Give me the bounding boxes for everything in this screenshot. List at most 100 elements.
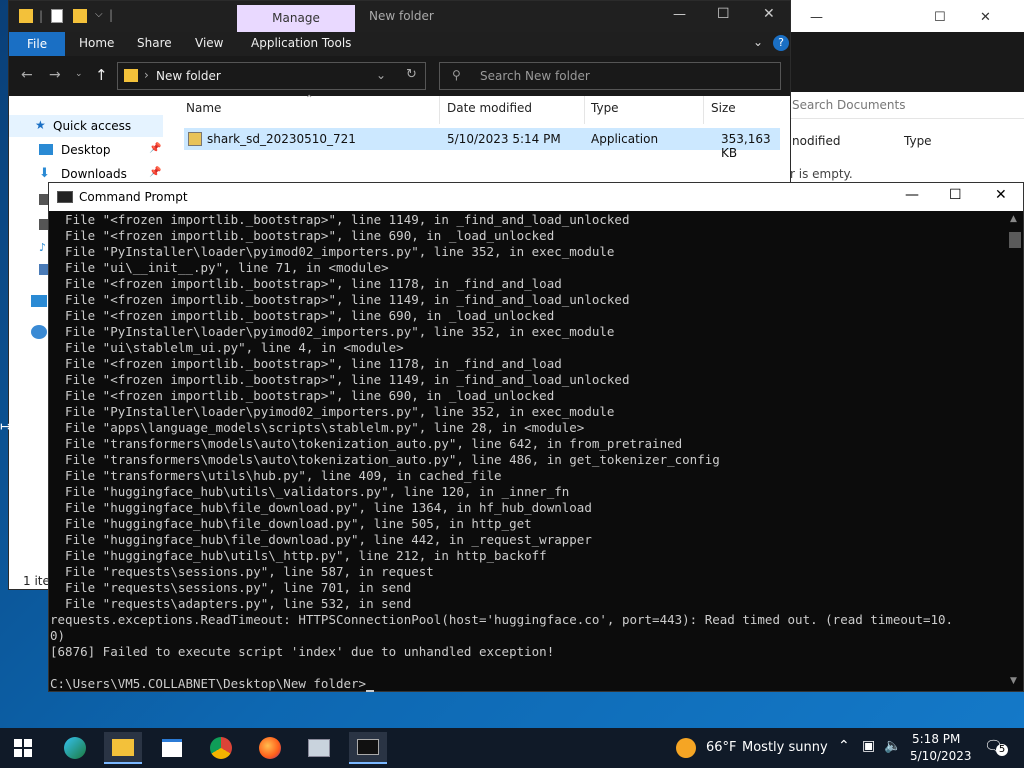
sidebar-item-quick-access[interactable]: ★ Quick access (9, 115, 163, 137)
address-bar[interactable]: › New folder ⌄ ↻ (117, 62, 426, 90)
terminal-prompt[interactable]: C:\Users\VM5.COLLABNET\Desktop\New folde… (50, 676, 1007, 692)
terminal-line: File "transformers\utils\hub.py", line 4… (50, 468, 502, 483)
background-search-box[interactable]: Search Documents (790, 92, 1024, 119)
search-input[interactable]: ⚲ Search New folder (439, 62, 781, 90)
volume-icon[interactable]: 🔈 (884, 738, 901, 754)
weather-desc[interactable]: Mostly sunny (742, 740, 828, 755)
background-column-date[interactable]: nodified (792, 134, 840, 148)
column-divider[interactable] (703, 96, 704, 124)
address-text: New folder (156, 69, 221, 83)
recent-locations-icon[interactable]: ⌄ (75, 69, 83, 79)
minimize-icon[interactable]: — (905, 187, 919, 203)
sidebar-item-icon[interactable] (39, 194, 48, 205)
show-hidden-icons-icon[interactable]: ⌃ (838, 738, 850, 754)
edge-button[interactable] (56, 732, 94, 764)
minimize-icon[interactable]: — (673, 7, 686, 22)
scroll-up-icon[interactable]: ▲ (1010, 214, 1017, 224)
close-icon[interactable]: ✕ (763, 6, 775, 22)
weather-icon[interactable] (676, 738, 696, 758)
app-button[interactable] (300, 732, 338, 764)
file-date: 5/10/2023 5:14 PM (447, 132, 561, 146)
sidebar-item-icon[interactable] (39, 219, 48, 230)
chrome-button[interactable] (202, 732, 240, 764)
weather-temp[interactable]: 66°F (706, 740, 737, 755)
properties-icon[interactable] (51, 9, 63, 23)
close-icon[interactable]: ✕ (995, 187, 1007, 203)
tab-view[interactable]: View (195, 36, 223, 50)
scroll-thumb[interactable] (1009, 232, 1021, 248)
sidebar-item-label: Quick access (53, 119, 132, 133)
terminal-output[interactable]: File "<frozen importlib._bootstrap>", li… (49, 212, 1007, 692)
terminal-line: requests.exceptions.ReadTimeout: HTTPSCo… (50, 612, 954, 627)
terminal-line: File "<frozen importlib._bootstrap>", li… (50, 372, 630, 387)
maximize-icon[interactable]: ☐ (949, 187, 962, 203)
terminal-line: File "ui\__init__.py", line 71, in <modu… (50, 260, 389, 275)
expand-ribbon-icon[interactable]: ⌄ (753, 35, 763, 49)
resize-cursor-icon: ↦ (0, 419, 12, 435)
background-column-type[interactable]: Type (904, 134, 932, 148)
separator-icon: | (109, 8, 114, 22)
window-title: New folder (369, 9, 434, 23)
cmd-title-bar: Command Prompt — ☐ ✕ (49, 183, 1023, 211)
application-icon (188, 132, 202, 146)
terminal-line: File "PyInstaller\loader\pyimod02_import… (50, 404, 615, 419)
background-explorer-window[interactable]: — ☐ ✕ Search Documents nodified Type r i… (790, 0, 1024, 188)
this-pc-icon[interactable] (31, 295, 47, 307)
column-size[interactable]: Size (711, 101, 736, 115)
terminal-line: File "<frozen importlib._bootstrap>", li… (50, 276, 562, 291)
network-icon[interactable] (31, 325, 47, 339)
sidebar-item-desktop[interactable]: Desktop 📌 (9, 139, 163, 161)
pin-icon[interactable]: 📌 (149, 143, 161, 154)
column-divider[interactable] (584, 96, 585, 124)
forward-icon[interactable]: → (49, 67, 61, 83)
clock-date[interactable]: 5/10/2023 (910, 749, 972, 763)
scroll-down-icon[interactable]: ▼ (1010, 676, 1017, 686)
chevron-down-icon[interactable]: ⌄ (376, 68, 386, 82)
terminal-line: File "<frozen importlib._bootstrap>", li… (50, 388, 555, 403)
new-folder-icon[interactable] (73, 9, 87, 23)
tab-application-tools[interactable]: Application Tools (251, 36, 351, 50)
background-column-headers: nodified Type (790, 126, 1024, 154)
back-icon[interactable]: ← (21, 67, 33, 83)
column-date-modified[interactable]: Date modified (447, 101, 532, 115)
minimize-icon[interactable]: — (810, 10, 823, 25)
terminal-line: 0) (50, 628, 66, 643)
customize-toolbar-icon[interactable]: ⌵ (95, 9, 103, 20)
store-icon (162, 739, 182, 757)
up-icon[interactable]: ↑ (95, 66, 108, 84)
column-divider[interactable] (439, 96, 440, 124)
file-size: 353,163 KB (721, 132, 771, 160)
maximize-icon[interactable]: ☐ (934, 10, 946, 25)
tab-share[interactable]: Share (137, 36, 172, 50)
store-button[interactable] (153, 732, 191, 764)
file-explorer-button[interactable] (104, 732, 142, 764)
music-icon[interactable]: ♪ (39, 241, 46, 254)
help-icon[interactable]: ? (773, 35, 789, 51)
refresh-icon[interactable]: ↻ (406, 67, 417, 82)
background-search-placeholder: Search Documents (792, 98, 906, 112)
pin-icon[interactable]: 📌 (149, 167, 161, 178)
tab-file[interactable]: File (9, 32, 65, 56)
vertical-scrollbar[interactable]: ▲ ▼ (1007, 212, 1023, 690)
tab-home[interactable]: Home (79, 36, 114, 50)
firefox-button[interactable] (251, 732, 289, 764)
close-icon[interactable]: ✕ (980, 10, 991, 25)
separator-icon: | (39, 9, 44, 23)
terminal-line: File "<frozen importlib._bootstrap>", li… (50, 228, 555, 243)
file-row[interactable]: shark_sd_20230510_721 5/10/2023 5:14 PM … (184, 128, 780, 160)
star-icon: ★ (35, 118, 46, 132)
tab-file-label: File (27, 37, 48, 51)
column-type[interactable]: Type (591, 101, 619, 115)
sidebar-item-label: Desktop (61, 143, 111, 157)
clock-time[interactable]: 5:18 PM (912, 732, 960, 746)
search-placeholder: Search New folder (480, 69, 590, 83)
maximize-icon[interactable]: ☐ (717, 6, 730, 22)
start-button[interactable] (4, 732, 42, 764)
column-name[interactable]: Name (186, 101, 221, 115)
cmd-button[interactable] (349, 732, 387, 764)
command-prompt-window[interactable]: Command Prompt — ☐ ✕ File "<frozen impor… (48, 182, 1024, 692)
terminal-text: File "<frozen importlib._bootstrap>", li… (49, 212, 1007, 692)
sidebar-item-icon[interactable] (39, 264, 48, 275)
manage-tab[interactable]: Manage (237, 5, 355, 32)
network-icon[interactable]: ▣ (862, 738, 875, 754)
